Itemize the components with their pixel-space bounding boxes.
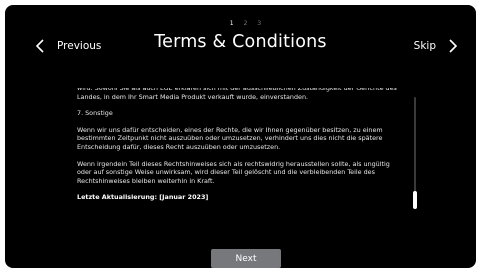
chevron-right-icon <box>444 37 460 55</box>
page-indicator: 123 <box>5 20 476 27</box>
skip-button[interactable]: Skip <box>414 37 460 55</box>
page-indicator-3: 3 <box>257 20 272 27</box>
page-indicator-2: 2 <box>243 20 258 27</box>
header: Previous Terms & Conditions Skip <box>5 31 476 65</box>
terms-cut-paragraph: wird. Sowohl Sie als auch LGE erklären s… <box>77 88 397 101</box>
last-updated-text: Letzte Aktualisierung: [Januar 2023] <box>77 193 209 202</box>
next-button[interactable]: Next <box>211 249 281 268</box>
skip-label: Skip <box>413 40 436 52</box>
scrollbar-thumb[interactable] <box>413 191 417 209</box>
terms-text-area[interactable]: wird. Sowohl Sie als auch LGE erklären s… <box>77 88 399 218</box>
terms-paragraph-1: Wenn wir uns dafür entscheiden, eines de… <box>77 125 383 151</box>
page-indicator-1: 1 <box>229 20 244 27</box>
page-title: Terms & Conditions <box>154 32 327 52</box>
section-heading: 7. Sonstige <box>77 109 113 118</box>
terms-screen: 123 Previous Terms & Conditions Skip wir… <box>5 5 476 268</box>
terms-paragraph-2: Wenn irgendein Teil dieses Rechtshinweis… <box>77 159 390 185</box>
